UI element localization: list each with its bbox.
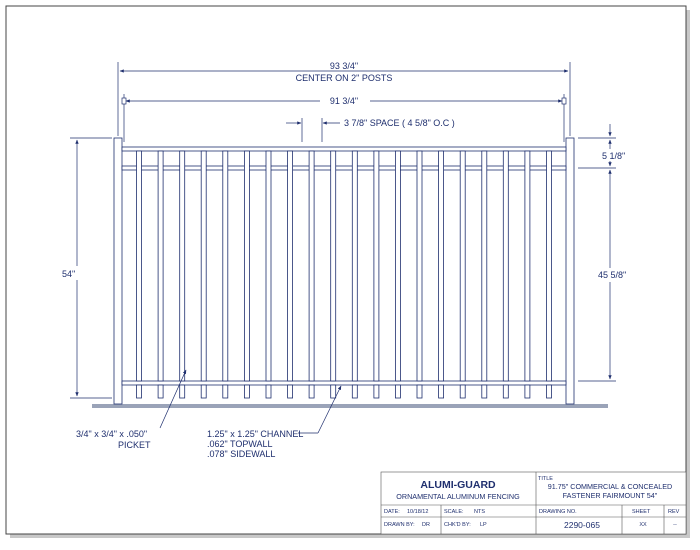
- picket-callout-line1: 3/4" x 3/4" x .050": [76, 429, 147, 439]
- top-rail-height-label: 5 1/8": [602, 151, 625, 161]
- sheet-value: XX: [639, 522, 647, 528]
- fence-drawing: 93 3/4" CENTER ON 2" POSTS 91 3/4" 3 7/8…: [5, 5, 690, 538]
- picket: [351, 150, 358, 382]
- picket: [287, 150, 294, 382]
- middle-rail: [121, 165, 567, 171]
- picket: [546, 150, 552, 382]
- chkd-by-label: CHK'D BY:: [444, 522, 471, 528]
- picket: [438, 150, 445, 382]
- rev-label: REV: [668, 509, 680, 515]
- picket-bottom: [200, 384, 207, 399]
- bottom-rail: [121, 380, 567, 386]
- inner-width-label: 91 3/4": [330, 96, 358, 106]
- picket: [373, 150, 380, 382]
- left-post: [113, 137, 123, 405]
- picket: [265, 150, 272, 382]
- drawn-by-label: DRAWN BY:: [384, 522, 415, 528]
- sheet-border: [5, 5, 687, 535]
- picket: [394, 150, 401, 382]
- picket: [459, 150, 466, 382]
- picket: [308, 150, 315, 382]
- picket-bottom: [502, 384, 509, 399]
- picket: [157, 150, 164, 382]
- drawing-title-line1: 91.75" COMMERCIAL & CONCEALED: [548, 482, 673, 491]
- overall-height-label: 54": [62, 269, 75, 279]
- company-subtitle: ORNAMENTAL ALUMINUM FENCING: [396, 492, 520, 501]
- picket-bottom: [459, 384, 466, 399]
- picket-bottom: [243, 384, 250, 399]
- overall-width-note: CENTER ON 2" POSTS: [296, 73, 393, 83]
- channel-callout-line2: .062" TOPWALL: [207, 439, 273, 449]
- picket-bottom: [222, 384, 229, 399]
- picket-bottom: [394, 384, 401, 399]
- picket-bottom: [481, 384, 488, 399]
- picket-bottom: [438, 384, 445, 399]
- scale-value: NTS: [474, 509, 485, 515]
- sheet-label: SHEET: [632, 509, 651, 515]
- picket-bottom: [546, 384, 552, 399]
- picket-bottom: [157, 384, 164, 399]
- scale-label: SCALE:: [444, 509, 464, 515]
- picket-bottom: [179, 384, 186, 399]
- picket: [222, 150, 229, 382]
- picket-bottom: [524, 384, 531, 399]
- picket: [416, 150, 423, 382]
- date-value: 10/18/12: [407, 509, 428, 515]
- overall-width-label: 93 3/4": [330, 61, 358, 71]
- picket-bottom: [308, 384, 315, 399]
- drawing-sheet: 93 3/4" CENTER ON 2" POSTS 91 3/4" 3 7/8…: [0, 0, 700, 550]
- drawing-no-label: DRAWING NO.: [539, 509, 577, 515]
- date-label: DATE:: [384, 509, 400, 515]
- picket-bottom: [351, 384, 358, 399]
- drawing-no-value: 2290-065: [564, 520, 600, 530]
- drawing-title-line2: FASTENER FAIRMOUNT 54": [563, 491, 658, 500]
- picket-bottom: [265, 384, 272, 399]
- picket: [502, 150, 509, 382]
- picket-bottom: [136, 384, 142, 399]
- picket: [136, 150, 142, 382]
- drawn-by-value: DR: [422, 522, 430, 528]
- picket-bottom: [330, 384, 337, 399]
- picket-bottom: [416, 384, 423, 399]
- picket-callout-line2: PICKET: [118, 440, 151, 450]
- picket: [179, 150, 186, 382]
- company-name: ALUMI-GUARD: [420, 479, 496, 491]
- picket-space-label: 3 7/8" SPACE ( 4 5/8" O.C ): [344, 118, 455, 128]
- picket: [200, 150, 207, 382]
- picket: [481, 150, 488, 382]
- picket-bottom: [287, 384, 294, 399]
- picket: [243, 150, 250, 382]
- right-post: [565, 137, 575, 405]
- chkd-by-value: LP: [480, 522, 487, 528]
- rev-value: --: [673, 522, 677, 528]
- top-rail: [121, 146, 567, 152]
- picket: [524, 150, 531, 382]
- picket: [330, 150, 337, 382]
- picket-bottom: [373, 384, 380, 399]
- picket-height-label: 45 5/8": [598, 270, 626, 280]
- channel-callout-line3: .078" SIDEWALL: [207, 449, 275, 459]
- channel-callout-line1: 1.25" x 1.25" CHANNEL: [207, 429, 303, 439]
